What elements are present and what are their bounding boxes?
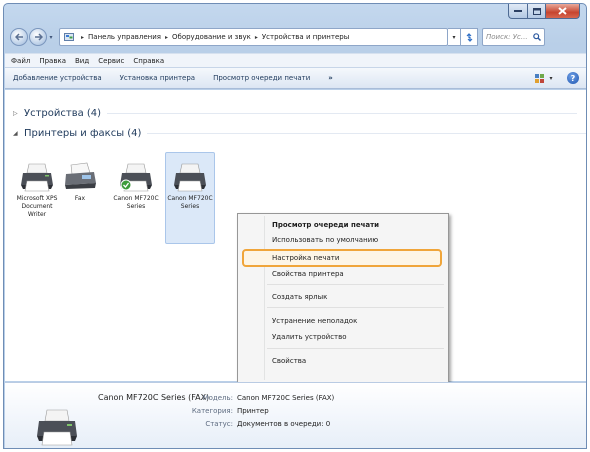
- refresh-icon: [466, 32, 472, 42]
- menu-item-create-shortcut[interactable]: Создать ярлык: [272, 293, 327, 301]
- printer-context-menu: Просмотр очереди печати Использовать по …: [237, 213, 449, 383]
- menu-tools[interactable]: Сервис: [98, 57, 124, 65]
- help-button[interactable]: ?: [567, 72, 579, 84]
- back-arrow-icon: [14, 33, 23, 41]
- maximize-button[interactable]: [528, 4, 546, 19]
- printer-icon: [174, 163, 206, 192]
- printer-icon: [120, 163, 152, 192]
- change-view-button[interactable]: ▾: [531, 71, 557, 85]
- printers-group-header[interactable]: ◢ Принтеры и факсы (4): [13, 128, 586, 139]
- breadcrumb-separator: ▸: [81, 33, 85, 41]
- status-label: Статус:: [205, 420, 233, 428]
- view-options-icon: [535, 73, 545, 83]
- menu-item-printing-preferences[interactable]: Настройка печати: [272, 254, 339, 262]
- menu-view[interactable]: Вид: [75, 57, 89, 65]
- command-bar-right: ▾ ?: [531, 71, 579, 85]
- breadcrumb-hardware-sound[interactable]: Оборудование и звук: [172, 33, 251, 41]
- recent-pages-dropdown[interactable]: ▾: [47, 28, 55, 46]
- search-placeholder: Поиск: Ус...: [486, 33, 528, 41]
- fax-icon: [65, 162, 96, 189]
- group-divider: [107, 113, 578, 114]
- breadcrumb-devices-printers[interactable]: Устройства и принтеры: [262, 33, 349, 41]
- forward-button[interactable]: [29, 28, 47, 46]
- printer-label: Fax: [74, 195, 86, 202]
- minimize-icon: [514, 10, 522, 12]
- menu-separator: [267, 348, 444, 349]
- printer-large-icon: [37, 409, 77, 446]
- category-label: Категория:: [191, 407, 233, 415]
- breadcrumb-separator: ▸: [164, 33, 168, 41]
- chevron-down-icon: ▾: [549, 74, 553, 82]
- menu-item-see-print-queue[interactable]: Просмотр очереди печати: [272, 221, 379, 229]
- menu-edit[interactable]: Правка: [39, 57, 66, 65]
- see-print-queue-button[interactable]: Просмотр очереди печати: [213, 74, 310, 82]
- command-bar: Добавление устройства Установка принтера…: [5, 67, 586, 89]
- devices-group-label: Устройства (4): [24, 108, 102, 119]
- printer-fax[interactable]: Fax: [55, 161, 105, 203]
- menu-item-remove-device[interactable]: Удалить устройство: [272, 333, 347, 341]
- collapse-arrow-icon: ◢: [13, 130, 18, 137]
- refresh-button[interactable]: [461, 28, 478, 46]
- back-button[interactable]: [10, 28, 28, 46]
- category-value: Принтер: [237, 407, 269, 415]
- menu-item-printer-properties[interactable]: Свойства принтера: [272, 270, 344, 278]
- maximize-icon: [532, 7, 541, 15]
- printer-canon-mf720c[interactable]: Canon MF720C Series: [111, 161, 161, 211]
- printer-label: Canon MF720C Series: [167, 195, 213, 210]
- address-row: ▾ ▸ Панель управления ▸ Оборудование и з…: [10, 26, 582, 48]
- breadcrumb-separator: ▸: [254, 33, 258, 41]
- printer-icon: [21, 163, 53, 192]
- expand-arrow-icon: ▷: [13, 110, 18, 117]
- printers-group-label: Принтеры и факсы (4): [24, 128, 142, 139]
- close-button[interactable]: [546, 4, 580, 19]
- menu-separator: [267, 307, 444, 308]
- menu-file[interactable]: Файл: [11, 57, 30, 65]
- menu-bar: Файл Правка Вид Сервис Справка: [5, 53, 586, 67]
- search-icon: [533, 33, 541, 41]
- menu-item-set-default[interactable]: Использовать по умолчанию: [272, 236, 378, 244]
- forward-arrow-icon: [34, 33, 43, 41]
- more-commands-button[interactable]: »: [328, 74, 333, 82]
- menu-help[interactable]: Справка: [133, 57, 164, 65]
- group-divider: [147, 133, 586, 134]
- model-label: Модель:: [202, 394, 233, 402]
- minimize-button[interactable]: [508, 4, 528, 19]
- close-icon: [558, 7, 567, 15]
- add-printer-button[interactable]: Установка принтера: [120, 74, 195, 82]
- printer-label: Canon MF720C Series: [113, 195, 159, 210]
- menu-item-properties[interactable]: Свойства: [272, 357, 306, 365]
- address-history-dropdown[interactable]: ▾: [448, 28, 461, 46]
- menu-icon-column: [264, 216, 265, 380]
- menu-item-troubleshoot[interactable]: Устранение неполадок: [272, 317, 357, 325]
- details-pane: Canon MF720C Series (FAX) Модель: Canon …: [5, 382, 586, 448]
- address-bar[interactable]: ▸ Панель управления ▸ Оборудование и зву…: [59, 28, 448, 46]
- control-panel-icon: [64, 32, 74, 41]
- menu-separator: [267, 284, 444, 285]
- model-value: Canon MF720C Series (FAX): [237, 394, 335, 402]
- status-value: Документов в очереди: 0: [237, 420, 331, 428]
- search-input[interactable]: Поиск: Ус...: [482, 28, 545, 46]
- window-controls: [508, 4, 580, 19]
- breadcrumb-control-panel[interactable]: Панель управления: [88, 33, 161, 41]
- add-device-button[interactable]: Добавление устройства: [13, 74, 102, 82]
- devices-group-header[interactable]: ▷ Устройства (4): [13, 108, 578, 119]
- printer-canon-mf720c-fax[interactable]: Canon MF720C Series: [165, 152, 215, 244]
- explorer-window: ▾ ▸ Панель управления ▸ Оборудование и з…: [3, 3, 587, 449]
